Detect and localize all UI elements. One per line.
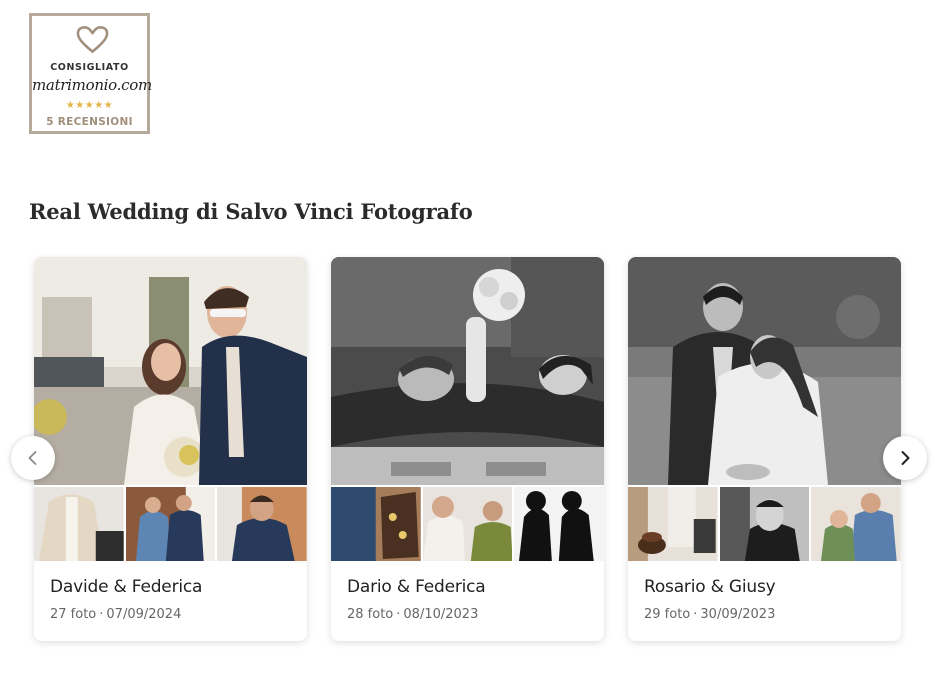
- photo-count: 29 foto: [644, 607, 691, 622]
- wedding-card[interactable]: Rosario & Giusy 29 foto · 30/09/2023: [628, 257, 901, 641]
- wedding-date: 07/09/2024: [106, 607, 182, 622]
- carousel-prev-button[interactable]: [11, 436, 55, 480]
- card-title[interactable]: Dario & Federica: [347, 577, 486, 597]
- card-meta: 29 foto · 30/09/2023: [644, 607, 775, 622]
- carousel-next-button[interactable]: [883, 436, 927, 480]
- thumbnail-photo: [514, 487, 604, 561]
- card-main-photo: [331, 257, 604, 485]
- meta-separator: ·: [693, 607, 698, 622]
- thumbnail-photo: [628, 487, 718, 561]
- badge-brand-logo: matrimonio.com: [32, 76, 152, 94]
- chevron-left-icon: [28, 451, 37, 465]
- card-meta: 28 foto · 08/10/2023: [347, 607, 478, 622]
- thumbnail-photo: [217, 487, 307, 561]
- photo-count: 27 foto: [50, 607, 97, 622]
- card-title[interactable]: Rosario & Giusy: [644, 577, 776, 597]
- matrimonio-badge[interactable]: CONSIGLIATO matrimonio.com ★★★★★ 5 RECEN…: [29, 13, 152, 134]
- card-thumbnails: [34, 487, 307, 561]
- thumbnail-photo: [719, 487, 810, 561]
- thumbnail-photo: [331, 487, 421, 561]
- meta-separator: ·: [99, 607, 104, 622]
- badge-rating-stars: ★★★★★: [65, 100, 114, 111]
- meta-separator: ·: [396, 607, 401, 622]
- thumbnail-photo: [811, 487, 901, 561]
- wedding-date: 08/10/2023: [403, 607, 479, 622]
- thumbnail-photo: [34, 487, 124, 561]
- chevron-right-icon: [901, 451, 910, 465]
- wedding-date: 30/09/2023: [700, 607, 776, 622]
- heart-icon: [76, 26, 109, 53]
- wedding-card[interactable]: Dario & Federica 28 foto · 08/10/2023: [331, 257, 604, 641]
- badge-recommended-label: CONSIGLIATO: [50, 62, 129, 73]
- card-main-photo: [628, 257, 901, 485]
- section-title: Real Wedding di Salvo Vinci Fotografo: [29, 199, 473, 224]
- wedding-card[interactable]: Davide & Federica 27 foto · 07/09/2024: [34, 257, 307, 641]
- thumbnail-photo: [422, 487, 513, 561]
- card-meta: 27 foto · 07/09/2024: [50, 607, 181, 622]
- card-main-photo: [34, 257, 307, 485]
- thumbnail-photo: [125, 487, 216, 561]
- card-thumbnails: [331, 487, 604, 561]
- card-thumbnails: [628, 487, 901, 561]
- photo-count: 28 foto: [347, 607, 394, 622]
- badge-reviews-count: 5 RECENSIONI: [46, 116, 133, 128]
- card-title[interactable]: Davide & Federica: [50, 577, 202, 597]
